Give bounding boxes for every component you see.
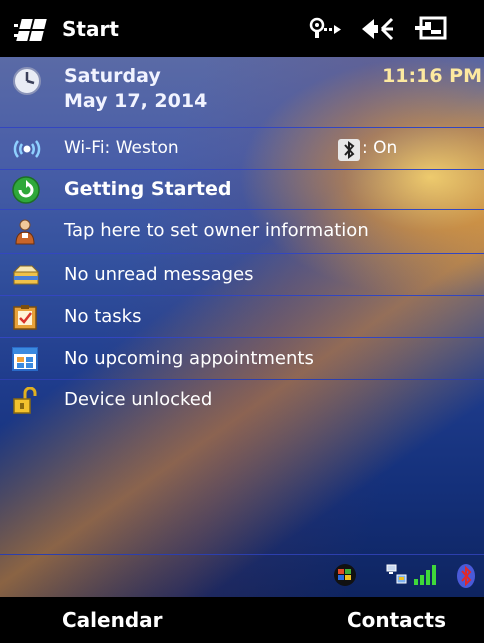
unlocked-padlock-icon (12, 386, 38, 419)
contacts-softkey[interactable]: Contacts (347, 608, 446, 632)
network-icon[interactable] (386, 563, 408, 591)
getting-started-icon (12, 176, 40, 208)
bluetooth-status-icon (338, 139, 360, 165)
clock-icon (12, 66, 42, 100)
appointments-label: No upcoming appointments (64, 348, 314, 369)
today-screen: Saturday May 17, 2014 11:16 PM Wi-Fi: We… (0, 57, 484, 597)
owner-info-label: Tap here to set owner information (64, 220, 369, 241)
wifi-icon (12, 138, 42, 164)
tasks-label: No tasks (64, 306, 142, 327)
date-label: May 17, 2014 (64, 90, 208, 112)
tasks-clipboard-icon (12, 304, 38, 334)
title-bar: Start (0, 0, 484, 57)
inbox-icon (12, 264, 40, 290)
notification-tray (0, 554, 484, 598)
appointments-row[interactable]: No upcoming appointments (0, 338, 484, 380)
wifi-status-label: Wi-Fi: Weston (64, 138, 179, 158)
signal-strength-icon[interactable] (412, 563, 438, 591)
connectivity-icon[interactable] (308, 16, 344, 46)
device-lock-label: Device unlocked (64, 389, 213, 410)
tasks-row[interactable]: No tasks (0, 296, 484, 338)
softkey-bar: Calendar Contacts (0, 597, 484, 643)
bluetooth-icon[interactable] (456, 563, 476, 593)
device-lock-row[interactable]: Device unlocked (0, 380, 484, 422)
messages-label: No unread messages (64, 264, 254, 285)
messages-row[interactable]: No unread messages (0, 254, 484, 296)
owner-info-row[interactable]: Tap here to set owner information (0, 210, 484, 254)
start-title[interactable]: Start (62, 17, 119, 41)
owner-person-icon (12, 218, 38, 250)
day-label: Saturday (64, 65, 161, 87)
calendar-softkey[interactable]: Calendar (62, 608, 163, 632)
pocket-pc-screen: Start Saturday May 17, 2014 11:16 PM Wi-… (0, 0, 484, 643)
time-label[interactable]: 11:16 PM (382, 65, 482, 87)
battery-icon[interactable] (414, 16, 448, 46)
volume-icon[interactable] (360, 16, 394, 46)
getting-started-row[interactable]: Getting Started (0, 170, 484, 210)
bluetooth-status-label: : On (362, 138, 398, 158)
wireless-row[interactable]: Wi-Fi: Weston : On (0, 128, 484, 170)
calendar-icon (12, 347, 38, 375)
getting-started-label: Getting Started (64, 178, 232, 200)
windows-flag-icon[interactable] (333, 563, 357, 591)
windows-logo-icon[interactable] (14, 18, 50, 48)
